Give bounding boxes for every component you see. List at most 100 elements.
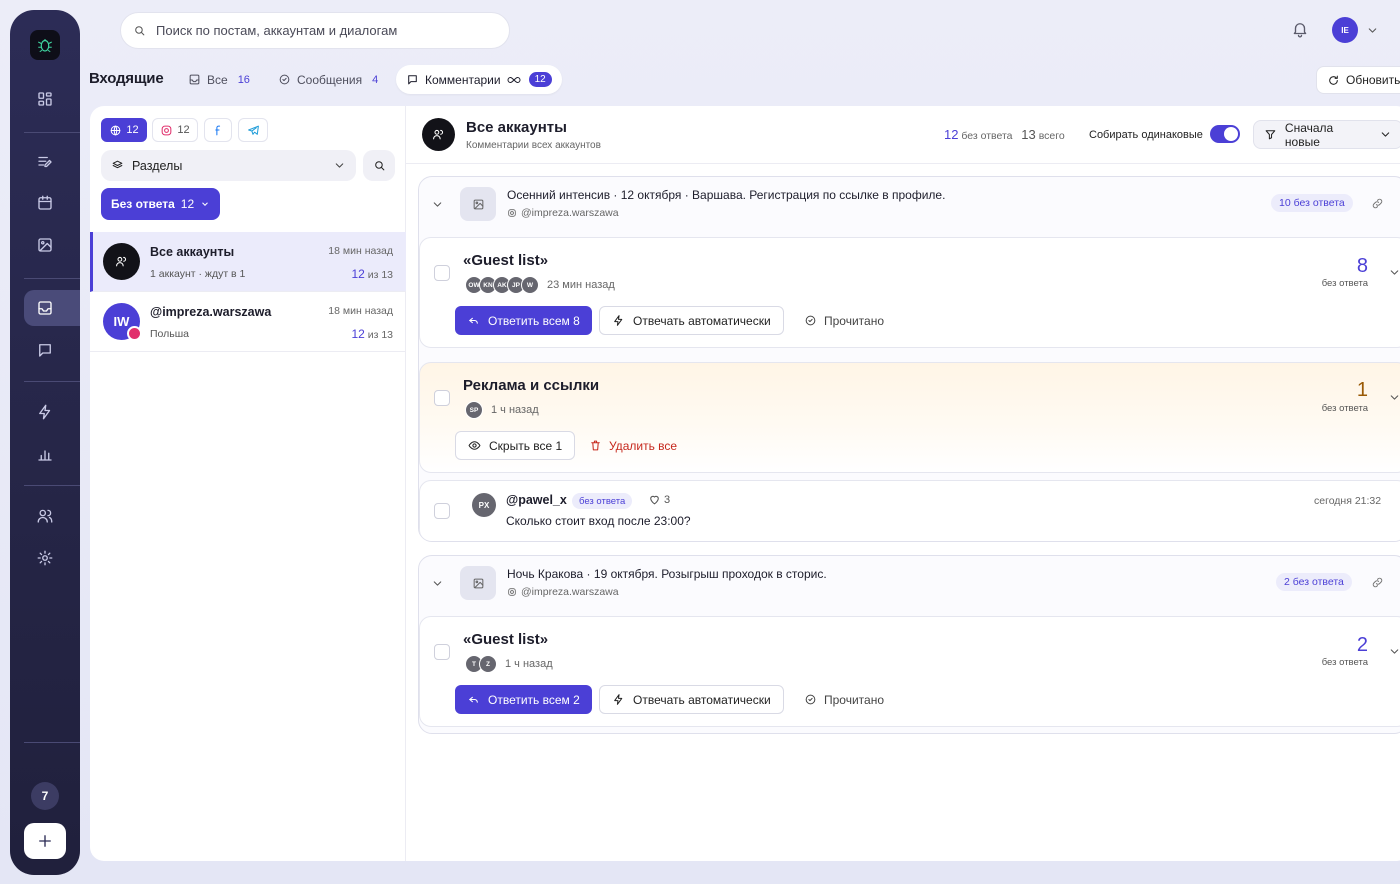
tab-label: Сообщения <box>297 72 363 87</box>
account-count: 12 из 13 <box>351 327 393 341</box>
mark-read-button[interactable]: Прочитано <box>804 685 884 714</box>
reply-all-label: Ответить всем 8 <box>488 313 580 328</box>
tab-label: Комментарии <box>425 72 501 87</box>
sections-label: Разделы <box>132 158 183 173</box>
account-unanswered: 12 <box>351 267 365 281</box>
bell-icon <box>1293 23 1307 38</box>
chevron-down-icon <box>1390 395 1399 400</box>
post-group: Ночь Кракова · 19 октября. Розыгрыш прох… <box>418 555 1400 734</box>
instagram-badge-icon <box>127 326 142 341</box>
account-row-all[interactable]: Все аккаунты 1 аккаунт · ждут в 1 18 мин… <box>90 232 406 292</box>
likes-count: 3 <box>664 493 671 506</box>
cluster-title: «Guest list» <box>463 631 549 648</box>
collapse-toggle[interactable] <box>431 198 444 211</box>
commenter-username[interactable]: @pawel_x <box>506 493 567 507</box>
reply-icon <box>469 696 478 703</box>
nav-calendar[interactable] <box>24 185 66 221</box>
check-circle-icon <box>805 694 816 705</box>
nav-settings[interactable] <box>24 540 66 576</box>
plus-icon <box>39 835 51 847</box>
mark-read-button[interactable]: Прочитано <box>804 306 884 335</box>
refresh-label: Обновить <box>1346 73 1400 87</box>
select-checkbox[interactable] <box>434 265 450 281</box>
accounts-search-button[interactable] <box>363 150 395 181</box>
open-post-link[interactable] <box>1371 197 1384 210</box>
tab-count: 4 <box>372 73 379 86</box>
select-checkbox[interactable] <box>434 503 450 519</box>
chevron-down-icon <box>1390 270 1399 275</box>
nav-team[interactable] <box>24 498 66 534</box>
commenter-avatars: T Z <box>465 655 497 673</box>
select-checkbox[interactable] <box>434 390 450 406</box>
account-count: 12 из 13 <box>351 267 393 281</box>
nav-dashboard[interactable] <box>24 81 66 117</box>
filter-chip-telegram[interactable] <box>238 118 268 142</box>
user-menu-toggle[interactable] <box>1366 24 1379 37</box>
search-icon <box>374 161 384 171</box>
account-total: из 13 <box>367 329 393 341</box>
collect-label: Собирать одинаковые <box>1089 129 1203 141</box>
nav-media[interactable] <box>24 227 66 263</box>
auto-reply-label: Отвечать автоматически <box>633 692 771 707</box>
open-post-link[interactable] <box>1371 576 1384 589</box>
infinity-icon <box>507 76 521 83</box>
app-logo[interactable] <box>30 30 60 60</box>
unanswered-filter-button[interactable]: Без ответа 12 <box>101 188 221 220</box>
search-input[interactable] <box>156 23 486 38</box>
reply-all-button[interactable]: Ответить всем 8 <box>455 306 592 335</box>
comment-likes: 3 <box>648 493 670 506</box>
commenter-avatar: SP <box>465 401 483 419</box>
post-header[interactable]: Ночь Кракова · 19 октября. Розыгрыш прох… <box>419 556 1400 614</box>
collect-toggle[interactable] <box>1210 125 1240 143</box>
create-button[interactable] <box>24 823 66 859</box>
expand-toggle[interactable] <box>1388 645 1400 658</box>
select-checkbox[interactable] <box>434 644 450 660</box>
telegram-icon <box>247 125 259 135</box>
expand-toggle[interactable] <box>1388 391 1400 404</box>
reply-all-button[interactable]: Ответить всем 2 <box>455 685 592 714</box>
commenter-avatar: Z <box>479 655 497 673</box>
sidebar-divider <box>24 381 80 382</box>
nav-analytics[interactable] <box>24 436 66 472</box>
post-handle: @impreza.warszawa <box>507 207 619 219</box>
notification-count-badge[interactable]: 7 <box>31 782 59 810</box>
auto-reply-button[interactable]: Отвечать автоматически <box>599 685 784 714</box>
account-row-impreza[interactable]: IW @impreza.warszawa Польша 18 мин назад… <box>90 292 406 352</box>
hide-all-button[interactable]: Скрыть все 1 <box>455 431 576 460</box>
hide-all-label: Скрыть все 1 <box>489 438 563 453</box>
sections-dropdown[interactable]: Разделы <box>101 150 356 181</box>
tab-messages[interactable]: Сообщения 4 <box>268 65 388 94</box>
tab-all[interactable]: Все 16 <box>178 65 260 94</box>
chevron-down-icon <box>1390 649 1399 654</box>
header-subtitle: Комментарии всех аккаунтов <box>466 140 601 151</box>
nav-automation[interactable] <box>24 394 66 430</box>
noans-count: 12 <box>944 127 959 142</box>
commenter-avatars: OW KN AK JP W <box>465 276 539 294</box>
auto-reply-label: Отвечать автоматически <box>633 313 771 328</box>
chip-count: 12 <box>177 124 190 136</box>
inbox-icon <box>38 301 52 315</box>
notifications-button[interactable] <box>1291 20 1309 38</box>
filter-chip-all[interactable]: 12 <box>101 118 147 142</box>
global-search[interactable] <box>120 12 510 49</box>
auto-reply-button[interactable]: Отвечать автоматически <box>599 306 784 335</box>
nav-messages[interactable] <box>24 332 66 368</box>
unanswered-label: Без ответа <box>111 197 175 211</box>
user-avatar[interactable]: IE <box>1332 17 1358 43</box>
nav-inbox[interactable] <box>24 290 80 326</box>
refresh-button[interactable]: Обновить <box>1316 66 1400 94</box>
collapse-toggle[interactable] <box>431 577 444 590</box>
tab-comments[interactable]: Комментарии 12 <box>396 65 562 94</box>
eye-icon <box>468 441 481 450</box>
post-header[interactable]: Осенний интенсив · 12 октября · Варшава.… <box>419 177 1400 235</box>
expand-toggle[interactable] <box>1388 266 1400 279</box>
filter-chip-facebook[interactable] <box>204 118 232 142</box>
link-icon <box>1372 577 1383 588</box>
filter-chip-instagram[interactable]: 12 <box>152 118 198 142</box>
nav-compose[interactable] <box>24 144 66 180</box>
inbox-panel: 12 12 Разделы Без ответа 12 Все аккаунты… <box>90 106 1400 861</box>
delete-all-button[interactable]: Удалить все <box>589 431 677 460</box>
sort-dropdown[interactable]: Сначала новые <box>1253 120 1400 149</box>
heart-icon <box>650 495 659 505</box>
cluster-count-label: без ответа <box>1321 278 1368 289</box>
